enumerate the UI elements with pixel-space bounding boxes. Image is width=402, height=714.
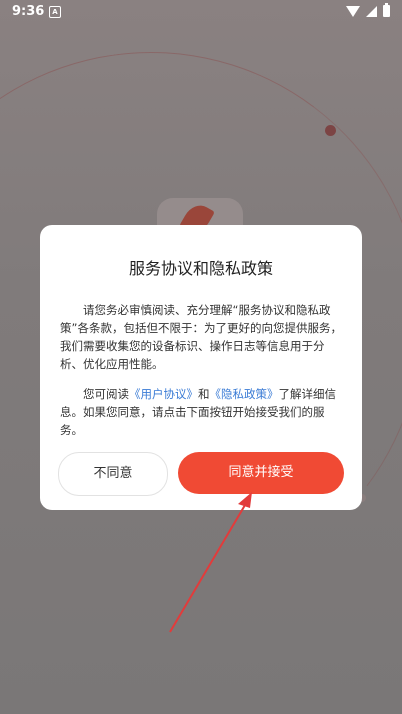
accept-button[interactable]: 同意并接受 xyxy=(178,452,344,494)
battery-icon xyxy=(383,3,390,17)
para2-prefix: 您可阅读 xyxy=(83,387,129,401)
privacy-dialog: 服务协议和隐私政策 请您务必审慎阅读、充分理解“服务协议和隐私政策”各条款，包括… xyxy=(40,225,362,510)
dialog-paragraph-2: 您可阅读《用户协议》和《隐私政策》了解详细信息。如果您同意，请点击下面按钮开始接… xyxy=(60,385,344,439)
dialog-paragraph-1: 请您务必审慎阅读、充分理解“服务协议和隐私政策”各条款，包括但不限于：为了更好的… xyxy=(60,303,342,371)
a-icon: A xyxy=(49,6,61,18)
para2-and: 和 xyxy=(198,387,210,401)
wifi-icon xyxy=(346,5,360,17)
background-dot xyxy=(325,125,336,136)
dialog-title: 服务协议和隐私政策 xyxy=(128,259,273,278)
decline-button[interactable]: 不同意 xyxy=(58,452,168,496)
signal-icon xyxy=(366,5,377,17)
status-bar: 9:36 A xyxy=(0,0,402,24)
user-agreement-link[interactable]: 《用户协议》 xyxy=(129,387,198,401)
status-time: 9:36 xyxy=(12,4,45,19)
system-icons xyxy=(346,3,390,17)
dialog-body: 请您务必审慎阅读、充分理解“服务协议和隐私政策”各条款，包括但不限于：为了更好的… xyxy=(60,301,344,451)
privacy-policy-link[interactable]: 《隐私政策》 xyxy=(210,387,279,401)
